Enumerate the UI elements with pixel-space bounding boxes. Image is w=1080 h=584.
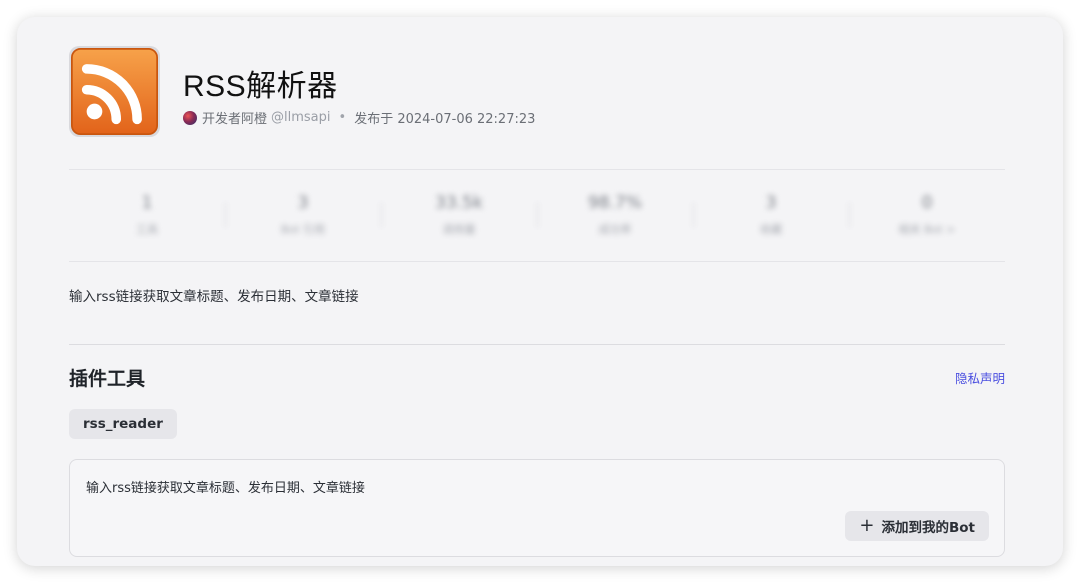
- developer-handle[interactable]: @llmsapi: [271, 110, 331, 125]
- stat-label: 相关 Bot >: [898, 223, 956, 236]
- stat-label: 收藏: [760, 223, 782, 236]
- stat-value: 98.7%: [587, 193, 642, 213]
- plugin-meta: 开发者阿橙 @llmsapi • 发布于 2024-07-06 22:27:23: [183, 108, 535, 127]
- stat-item: 1 工具: [69, 187, 225, 247]
- add-to-bot-label: 添加到我的Bot: [881, 520, 975, 536]
- stat-item: 3 Bot 引用: [225, 187, 381, 247]
- divider: [69, 169, 1005, 170]
- stat-label: 成功率: [598, 223, 632, 236]
- stat-item: 33.5k 调用量: [381, 187, 537, 247]
- plugin-detail-card: RSS解析器 开发者阿橙 @llmsapi • 发布于 2024-07-06 2…: [17, 17, 1063, 566]
- stats-row: 1 工具 3 Bot 引用 33.5k 调用量 98.7% 成功率 3 收藏 0…: [69, 187, 1005, 247]
- add-to-bot-button[interactable]: + 添加到我的Bot: [845, 511, 989, 541]
- stat-value: 3: [297, 193, 309, 213]
- stat-value: 33.5k: [435, 193, 483, 213]
- plus-icon: +: [859, 515, 875, 536]
- stat-value: 1: [141, 193, 153, 213]
- privacy-link[interactable]: 隐私声明: [955, 368, 1005, 387]
- developer-avatar: [183, 110, 197, 125]
- stat-label: 调用量: [442, 223, 476, 236]
- section-title: 插件工具: [69, 368, 146, 390]
- divider: [69, 344, 1005, 345]
- plugin-description: 输入rss链接获取文章标题、发布日期、文章链接: [69, 289, 359, 305]
- tool-panel: 输入rss链接获取文章标题、发布日期、文章链接 + 添加到我的Bot: [69, 459, 1005, 557]
- stat-item: 98.7% 成功率: [537, 187, 693, 247]
- stat-item[interactable]: 0 相关 Bot >: [849, 187, 1005, 247]
- tool-tab-rss-reader[interactable]: rss_reader: [69, 409, 177, 439]
- publish-date: 发布于 2024-07-06 22:27:23: [354, 112, 536, 127]
- stat-label: 工具: [136, 223, 158, 236]
- stat-label: Bot 引用: [280, 223, 326, 236]
- plugin-title: RSS解析器: [183, 70, 338, 103]
- stat-value: 3: [765, 193, 777, 213]
- meta-separator: •: [338, 110, 347, 125]
- developer-name[interactable]: 开发者阿橙: [202, 108, 267, 127]
- stat-value: 0: [921, 193, 933, 213]
- stat-item: 3 收藏: [693, 187, 849, 247]
- rss-logo-icon: [69, 46, 160, 137]
- divider: [69, 261, 1005, 262]
- tool-description: 输入rss链接获取文章标题、发布日期、文章链接: [86, 481, 365, 496]
